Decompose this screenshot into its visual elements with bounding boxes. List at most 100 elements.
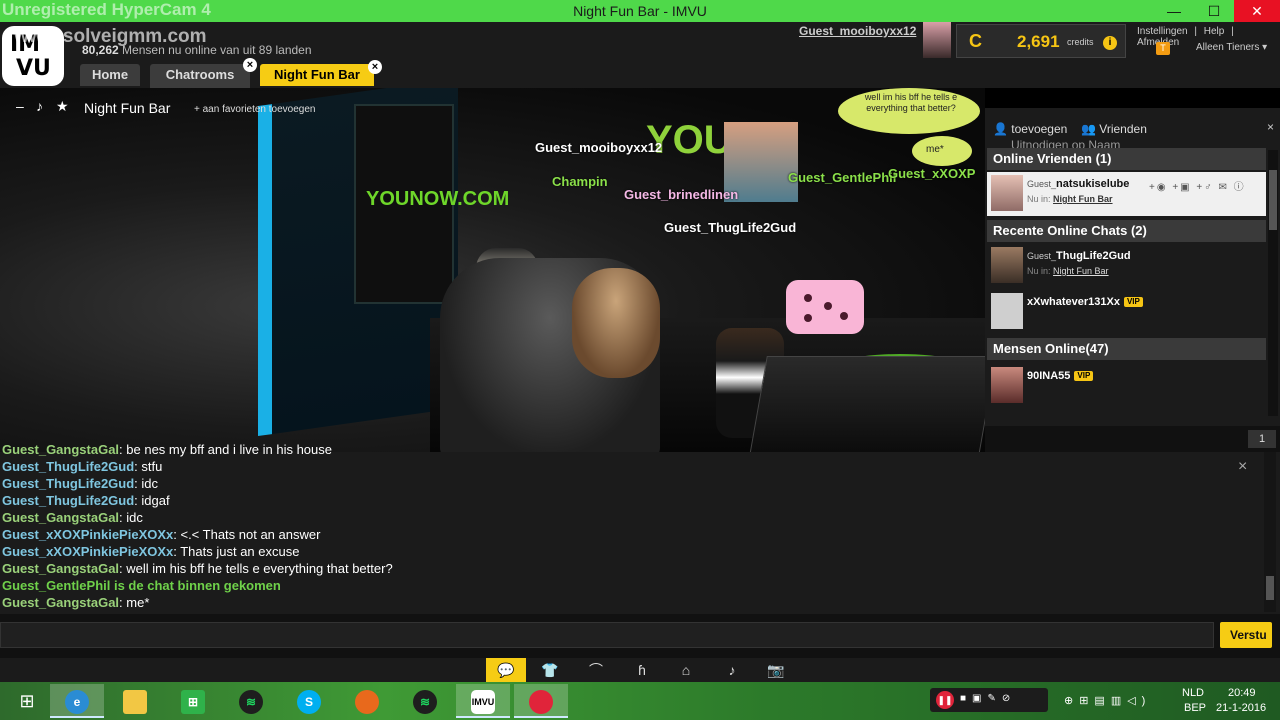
- chat-toggle-icon[interactable]: 💬: [486, 658, 526, 682]
- music-icon[interactable]: ♪: [36, 98, 43, 114]
- people-online-item[interactable]: 90INA55 VIP: [987, 364, 1266, 406]
- chat-input[interactable]: [0, 622, 1214, 648]
- friends-scrollbar[interactable]: [1268, 150, 1278, 416]
- people-online-header[interactable]: Mensen Online(47): [987, 338, 1266, 360]
- chat-author[interactable]: Guest_ThugLife2Gud: [2, 493, 134, 508]
- scene-avatar-main-head: [572, 268, 660, 378]
- friends-button[interactable]: 👥 Vrienden: [1081, 122, 1147, 136]
- online-count-number: 80,262: [82, 43, 119, 57]
- recorder-controls[interactable]: ❚❚ ■▣✎⊘: [930, 688, 1048, 712]
- store-icon[interactable]: ⊞: [166, 684, 220, 718]
- nametag-champin[interactable]: Champin: [552, 174, 608, 189]
- friend-avatar: [991, 175, 1023, 211]
- online-count-text: Mensen nu online van uit 89 landen: [122, 43, 312, 57]
- chat-author[interactable]: Guest_xXOXPinkiePieXOXx: [2, 544, 173, 559]
- tab-night-fun-bar[interactable]: Night Fun Bar: [260, 64, 374, 86]
- avatar-toolbar: 💬 👕 ⌒ ɦ ⌂ ♪ 📷: [0, 658, 1280, 682]
- keyboard-indicator[interactable]: BEP: [1184, 702, 1206, 714]
- add-friend-label: toevoegen: [1011, 122, 1068, 136]
- firefox-icon[interactable]: [340, 684, 394, 718]
- recent-chat-item[interactable]: xXwhatever131Xx VIP: [987, 290, 1266, 332]
- spotify-app-icon[interactable]: ≋: [398, 684, 452, 718]
- chat-close-icon[interactable]: ×: [1238, 458, 1247, 476]
- nametag-mooiboy[interactable]: Guest_mooiboyxx12: [535, 140, 662, 155]
- chat-author[interactable]: Guest_GangstaGal: [2, 561, 119, 576]
- online-friends-header[interactable]: Online Vrienden (1): [987, 148, 1266, 170]
- record-button-icon[interactable]: ❚❚: [936, 691, 954, 709]
- link-separator: |: [1194, 26, 1197, 37]
- recent-chats-header[interactable]: Recente Online Chats (2): [987, 220, 1266, 242]
- chat-author[interactable]: Guest_ThugLife2Gud: [2, 476, 134, 491]
- skype-icon[interactable]: S: [282, 684, 336, 718]
- chat-author[interactable]: Guest_xXOXPinkiePieXOXx: [2, 527, 173, 542]
- friend-actions-icons[interactable]: +◉ +▣ +♂ ✉ ⓘ: [1149, 178, 1246, 193]
- star-icon[interactable]: ★: [56, 98, 69, 115]
- recent-name-text: ThugLife2Gud: [1056, 250, 1131, 262]
- nametag-gentlephil[interactable]: Guest_GentlePhil: [788, 170, 896, 185]
- outfit-icon[interactable]: 👕: [530, 658, 570, 682]
- chat-author[interactable]: Guest_GangstaGal: [2, 595, 119, 610]
- music-icon[interactable]: ♪: [712, 658, 752, 682]
- people-count-icon[interactable]: 1: [1248, 430, 1276, 448]
- teen-dropdown[interactable]: Alleen Tieners ▾: [1196, 42, 1267, 53]
- file-explorer-icon[interactable]: [108, 684, 162, 718]
- online-friend-card[interactable]: Guest_natsukiselube Nu in: Night Fun Bar…: [987, 172, 1266, 216]
- link-separator: |: [1231, 26, 1234, 37]
- chat-scrollbar[interactable]: [1264, 452, 1276, 612]
- recent-chat-item[interactable]: Guest_ThugLife2Gud Nu in: Night Fun Bar: [987, 244, 1266, 286]
- user-name-link[interactable]: Guest_mooiboyxx12: [799, 24, 916, 38]
- chair-icon[interactable]: ɦ: [622, 658, 662, 682]
- language-indicator[interactable]: NLD: [1182, 687, 1204, 699]
- minimize-room-button[interactable]: –: [16, 98, 24, 114]
- imvu-taskbar-icon[interactable]: IMVU: [456, 684, 510, 718]
- chat-text: : idc: [119, 510, 143, 525]
- recent-name: Guest_ThugLife2Gud: [1027, 250, 1131, 262]
- room-icon[interactable]: ⌂: [666, 658, 706, 682]
- close-window-button[interactable]: ✕: [1234, 0, 1280, 22]
- chat-text: : Thats just an excuse: [173, 544, 300, 559]
- recent-name: xXwhatever131Xx VIP: [1027, 296, 1143, 308]
- chat-author[interactable]: Guest_ThugLife2Gud: [2, 459, 134, 474]
- user-avatar[interactable]: [923, 22, 951, 58]
- tab-home[interactable]: Home: [80, 64, 140, 86]
- friend-room-link[interactable]: Night Fun Bar: [1053, 194, 1113, 204]
- friends-close-icon[interactable]: ×: [1267, 120, 1274, 134]
- recent-location: Nu in: Night Fun Bar: [1027, 266, 1109, 276]
- camera-icon[interactable]: 📷: [756, 658, 796, 682]
- hanger-icon[interactable]: ⌒: [576, 658, 616, 682]
- close-tab-night-fun-bar-icon[interactable]: ×: [368, 60, 382, 74]
- clock-time[interactable]: 20:49: [1228, 687, 1256, 699]
- credits-info-icon[interactable]: i: [1103, 36, 1117, 50]
- recorder-control-icons[interactable]: ■▣✎⊘: [960, 693, 1016, 704]
- credits-box[interactable]: C 2,691 credits i: [956, 24, 1126, 58]
- help-link[interactable]: Help: [1204, 26, 1225, 37]
- spotify-icon[interactable]: ≋: [224, 684, 278, 718]
- chat-author[interactable]: Guest_GangstaGal: [2, 510, 119, 525]
- chat-scroll-thumb[interactable]: [1266, 576, 1274, 600]
- close-tab-chatrooms-icon[interactable]: ×: [243, 58, 257, 72]
- recent-name-text: xXwhatever131Xx: [1027, 296, 1120, 308]
- clock-date[interactable]: 21-1-2016: [1216, 702, 1266, 714]
- start-button[interactable]: ⊞: [0, 684, 54, 718]
- nametag-thuglife[interactable]: Guest_ThugLife2Gud: [664, 220, 796, 235]
- maximize-button[interactable]: ☐: [1194, 0, 1234, 22]
- recent-room-link[interactable]: Night Fun Bar: [1053, 266, 1109, 276]
- recorder-taskbar-icon[interactable]: [514, 684, 568, 718]
- minimize-button[interactable]: —: [1154, 0, 1194, 22]
- recorder-watermark: Unregistered HyperCam 4: [2, 0, 211, 19]
- vip-badge: VIP: [1074, 371, 1094, 382]
- room-3d-view[interactable]: YOUNOW.COM YOU well im his bff he tells …: [0, 88, 985, 452]
- friends-scroll-thumb[interactable]: [1269, 170, 1277, 230]
- add-favorites-link[interactable]: + aan favorieten toevoegen: [194, 104, 315, 115]
- send-button[interactable]: Verstu: [1220, 622, 1272, 648]
- people-name: 90INA55 VIP: [1027, 370, 1094, 382]
- chat-author[interactable]: Guest_GangstaGal: [2, 442, 119, 457]
- nametag-xxoxp[interactable]: Guest_xXOXP: [888, 166, 975, 181]
- chat-input-bar: Verstu: [0, 614, 1280, 658]
- settings-link[interactable]: Instellingen: [1137, 26, 1188, 37]
- nametag-brinedlinen[interactable]: Guest_brinedlinen: [624, 187, 738, 202]
- windows-taskbar: ⊞ e ⊞ ≋ S ≋ IMVU ❚❚ ■▣✎⊘ ⊕⊞▤▥◁) NLD BEP …: [0, 682, 1280, 720]
- system-tray-icons[interactable]: ⊕⊞▤▥◁): [1064, 694, 1151, 707]
- internet-explorer-icon[interactable]: e: [50, 684, 104, 718]
- add-friend-button[interactable]: 👤 toevoegen: [993, 122, 1067, 136]
